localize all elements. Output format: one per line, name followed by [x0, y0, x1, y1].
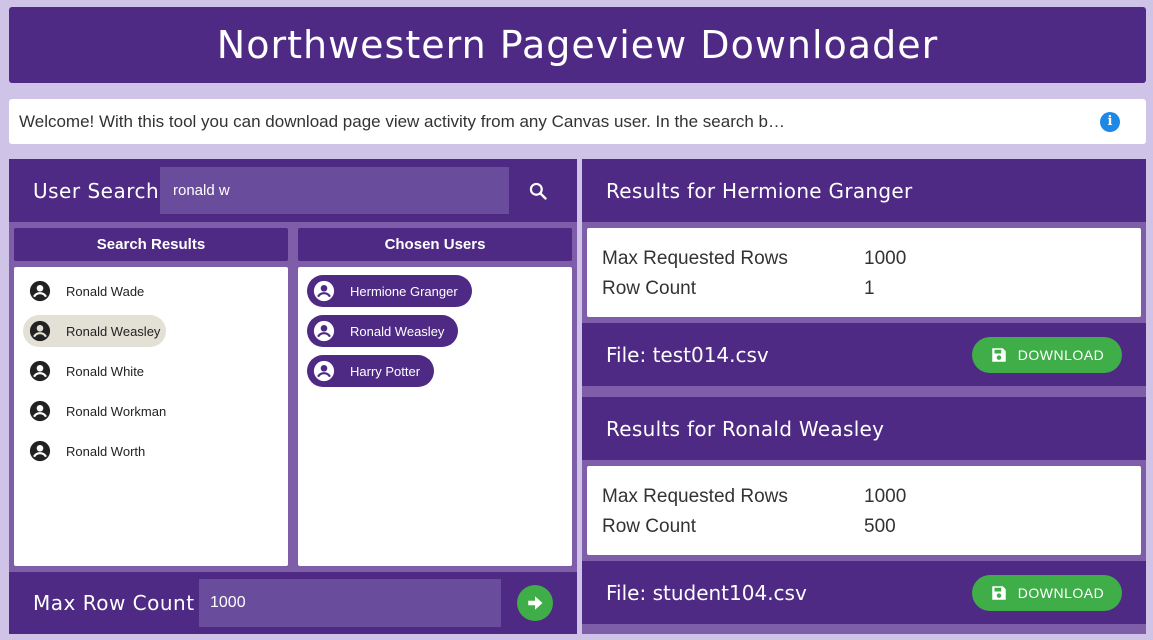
max-row-bar: Max Row Count [9, 572, 577, 634]
download-label: DOWNLOAD [1017, 346, 1105, 363]
chosen-user-name: Ronald Weasley [350, 323, 445, 339]
max-requested-rows-value: 1000 [864, 248, 907, 269]
chosen-users-header: Chosen Users [298, 228, 572, 261]
search-results-list: Ronald Wade Ronald Weasley Ronald White … [14, 267, 288, 566]
account-circle-icon [29, 280, 51, 302]
result-title: Results for Ronald Weasley [582, 397, 1146, 460]
floppy-disk-icon [992, 585, 1006, 600]
row-count-label: Row Count [602, 516, 696, 537]
row-count-label: Row Count [602, 278, 696, 299]
search-result-name: Ronald Wade [66, 283, 145, 299]
result-file-bar: File: student104.csv DOWNLOAD [582, 561, 1146, 624]
max-row-input[interactable] [199, 579, 501, 627]
search-result-name: Ronald Workman [66, 403, 167, 419]
max-requested-rows-label: Max Requested Rows [602, 486, 788, 507]
max-requested-rows-value: 1000 [864, 486, 907, 507]
account-circle-icon [313, 280, 335, 302]
result-file-bar: File: test014.csv DOWNLOAD [582, 323, 1146, 386]
search-icon [529, 182, 547, 200]
search-result-item[interactable]: Ronald Workman [23, 395, 172, 427]
search-result-item[interactable]: Ronald Weasley [23, 315, 167, 347]
account-circle-icon [313, 320, 335, 342]
file-name: File: test014.csv [606, 342, 769, 367]
search-result-item[interactable]: Ronald White [23, 355, 150, 387]
download-button[interactable]: DOWNLOAD [972, 336, 1122, 373]
account-circle-icon [29, 360, 51, 382]
search-result-name: Ronald Worth [66, 443, 146, 459]
welcome-banner: Welcome! With this tool you can download… [9, 99, 1146, 144]
result-stats: Max Requested Rows 1000 Row Count 500 [587, 466, 1141, 555]
search-button[interactable] [509, 167, 567, 214]
max-row-label: Max Row Count [33, 591, 195, 615]
download-label: DOWNLOAD [1017, 584, 1105, 601]
left-panel: User Search Search Results Chosen Users … [9, 159, 577, 634]
file-name: File: student104.csv [606, 580, 807, 605]
chosen-user-name: Harry Potter [350, 363, 421, 379]
chosen-user-chip[interactable]: Harry Potter [307, 355, 435, 387]
account-circle-icon [29, 440, 51, 462]
search-results-header: Search Results [14, 228, 288, 261]
search-result-item[interactable]: Ronald Wade [23, 275, 150, 307]
row-count-value: 1 [864, 278, 875, 299]
account-circle-icon [29, 320, 51, 342]
search-result-name: Ronald White [66, 363, 145, 379]
row-count-value: 500 [864, 516, 896, 537]
user-search-bar: User Search [9, 159, 577, 222]
chosen-user-chip[interactable]: Ronald Weasley [307, 315, 459, 347]
chosen-users-list: Hermione Granger Ronald Weasley Harry Po… [298, 267, 572, 566]
search-result-item[interactable]: Ronald Worth [23, 435, 151, 467]
result-stats: Max Requested Rows 1000 Row Count 1 [587, 228, 1141, 317]
user-search-input[interactable] [160, 167, 509, 214]
chosen-user-name: Hermione Granger [350, 283, 458, 299]
user-search-label: User Search [33, 178, 160, 203]
result-title: Results for Hermione Granger [582, 159, 1146, 222]
info-icon[interactable]: i [1100, 111, 1120, 132]
submit-button[interactable] [517, 585, 553, 621]
result-card: Results for Hermione Granger Max Request… [582, 159, 1146, 386]
search-result-name: Ronald Weasley [66, 323, 161, 339]
chosen-user-chip[interactable]: Hermione Granger [307, 275, 472, 307]
max-requested-rows-label: Max Requested Rows [602, 248, 788, 269]
result-card: Results for Ronald Weasley Max Requested… [582, 397, 1146, 624]
floppy-disk-icon [992, 347, 1006, 362]
welcome-text: Welcome! With this tool you can download… [19, 111, 785, 131]
account-circle-icon [29, 400, 51, 422]
download-button[interactable]: DOWNLOAD [972, 574, 1122, 611]
results-panel: Results for Hermione Granger Max Request… [582, 159, 1146, 634]
arrow-right-icon [528, 596, 543, 610]
app-title: Northwestern Pageview Downloader [9, 7, 1146, 83]
account-circle-icon [313, 360, 335, 382]
